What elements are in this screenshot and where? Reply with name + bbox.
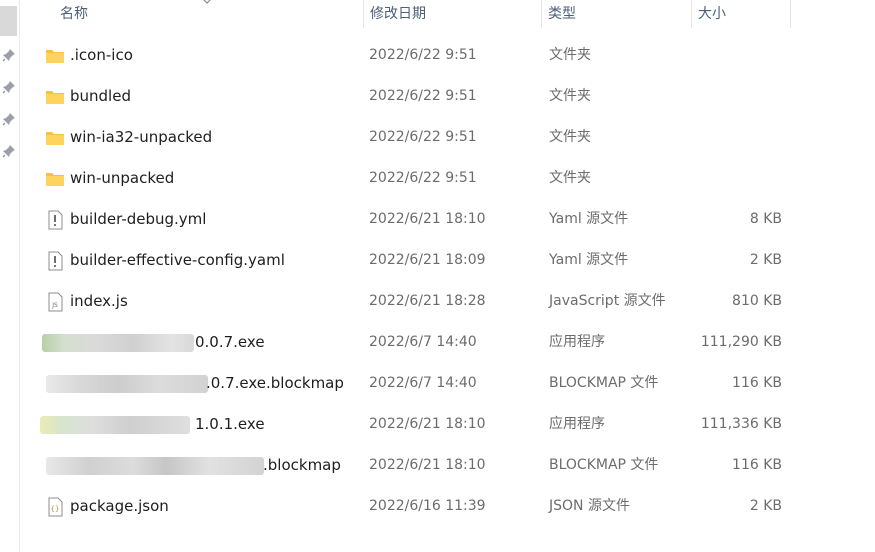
file-date: 2022/6/21 18:10 <box>369 457 486 473</box>
file-date: 2022/6/7 14:40 <box>369 375 477 391</box>
file-name: 0.0.7.exe <box>195 333 265 351</box>
column-header-type-label: 类型 <box>548 6 576 22</box>
redacted-name-blur <box>40 416 190 434</box>
file-date: 2022/6/7 14:40 <box>369 334 477 350</box>
file-type: 应用程序 <box>549 416 605 432</box>
column-header-date-label: 修改日期 <box>370 6 426 22</box>
file-name: win-unpacked <box>70 169 175 187</box>
file-type: JSON 源文件 <box>549 498 630 514</box>
file-type: 应用程序 <box>549 334 605 350</box>
folder-icon <box>46 91 64 104</box>
column-header-name-label: 名称 <box>60 6 88 22</box>
file-date: 2022/6/21 18:28 <box>369 293 486 309</box>
folder-icon <box>46 50 64 63</box>
file-date: 2022/6/21 18:09 <box>369 252 486 268</box>
file-row[interactable]: win-ia32-unpacked 2022/6/22 9:51 文件夹 <box>20 117 875 158</box>
file-row[interactable]: {} package.json 2022/6/16 11:39 JSON 源文件… <box>20 486 875 527</box>
svg-text:{}: {} <box>51 505 60 513</box>
file-row[interactable]: .0.7.exe.blockmap 2022/6/7 14:40 BLOCKMA… <box>20 363 875 404</box>
file-name: package.json <box>70 497 169 515</box>
file-name: .icon-ico <box>70 46 133 64</box>
file-size: 111,336 KB <box>700 416 782 432</box>
file-type: Yaml 源文件 <box>549 252 629 268</box>
file-type: JavaScript 源文件 <box>549 293 666 309</box>
file-size: 116 KB <box>732 457 782 473</box>
json-file-icon: {} <box>48 497 63 517</box>
file-type: 文件夹 <box>549 129 591 145</box>
redacted-name-blur <box>46 375 208 393</box>
file-date: 2022/6/21 18:10 <box>369 416 486 432</box>
pin-icon[interactable] <box>2 112 16 126</box>
column-header-size-label: 大小 <box>698 6 726 22</box>
file-name: index.js <box>70 292 128 310</box>
file-size: 810 KB <box>732 293 782 309</box>
file-type: 文件夹 <box>549 170 591 186</box>
sort-caret-icon <box>203 0 211 4</box>
file-row[interactable]: .blockmap 2022/6/21 18:10 BLOCKMAP 文件 11… <box>20 445 875 486</box>
redacted-name-blur <box>46 457 264 475</box>
file-row[interactable]: win-unpacked 2022/6/22 9:51 文件夹 <box>20 158 875 199</box>
file-date: 2022/6/22 9:51 <box>369 88 477 104</box>
column-header-date[interactable]: 修改日期 <box>363 0 541 28</box>
navigation-pane-edge <box>0 0 20 552</box>
file-row[interactable]: bundled 2022/6/22 9:51 文件夹 <box>20 76 875 117</box>
file-row[interactable]: 0.0.7.exe 2022/6/7 14:40 应用程序 111,290 KB <box>20 322 875 363</box>
file-size: 2 KB <box>749 252 782 268</box>
redacted-name-blur <box>42 334 194 352</box>
file-size: 111,290 KB <box>700 334 782 350</box>
file-name: builder-effective-config.yaml <box>70 251 285 269</box>
column-header-name[interactable]: 名称 <box>54 0 376 28</box>
column-header-size[interactable]: 大小 <box>691 0 791 28</box>
file-type: BLOCKMAP 文件 <box>549 457 659 473</box>
file-size: 116 KB <box>732 375 782 391</box>
file-row[interactable]: 1.0.1.exe 2022/6/21 18:10 应用程序 111,336 K… <box>20 404 875 445</box>
file-type: 文件夹 <box>549 47 591 63</box>
file-name: 1.0.1.exe <box>195 415 265 433</box>
column-header-row: 名称 修改日期 类型 大小 <box>20 0 875 28</box>
file-row[interactable]: builder-effective-config.yaml 2022/6/21 … <box>20 240 875 281</box>
file-date: 2022/6/22 9:51 <box>369 47 477 63</box>
file-name: builder-debug.yml <box>70 210 207 228</box>
svg-text:JS: JS <box>51 302 58 309</box>
file-list: .icon-ico 2022/6/22 9:51 文件夹 bundled 202… <box>20 35 875 527</box>
file-name: bundled <box>70 87 131 105</box>
folder-icon <box>46 132 64 145</box>
file-date: 2022/6/16 11:39 <box>369 498 486 514</box>
file-row[interactable]: JS index.js 2022/6/21 18:28 JavaScript 源… <box>20 281 875 322</box>
file-row[interactable]: builder-debug.yml 2022/6/21 18:10 Yaml 源… <box>20 199 875 240</box>
scrollbar-thumb[interactable] <box>0 6 17 36</box>
file-date: 2022/6/22 9:51 <box>369 170 477 186</box>
file-size: 2 KB <box>749 498 782 514</box>
file-type: 文件夹 <box>549 88 591 104</box>
file-type: BLOCKMAP 文件 <box>549 375 659 391</box>
yaml-file-icon <box>48 251 63 271</box>
file-date: 2022/6/21 18:10 <box>369 211 486 227</box>
file-name: win-ia32-unpacked <box>70 128 213 146</box>
file-date: 2022/6/22 9:51 <box>369 129 477 145</box>
column-header-type[interactable]: 类型 <box>541 0 691 28</box>
file-size: 8 KB <box>749 211 782 227</box>
pin-icon[interactable] <box>2 144 16 158</box>
file-type: Yaml 源文件 <box>549 211 629 227</box>
folder-icon <box>46 173 64 186</box>
yaml-file-icon <box>48 210 63 230</box>
pin-icon[interactable] <box>2 48 16 62</box>
file-name: .0.7.exe.blockmap <box>206 374 344 392</box>
file-row[interactable]: .icon-ico 2022/6/22 9:51 文件夹 <box>20 35 875 76</box>
file-name: .blockmap <box>263 456 341 474</box>
js-file-icon: JS <box>48 292 63 312</box>
pin-icon[interactable] <box>2 80 16 94</box>
